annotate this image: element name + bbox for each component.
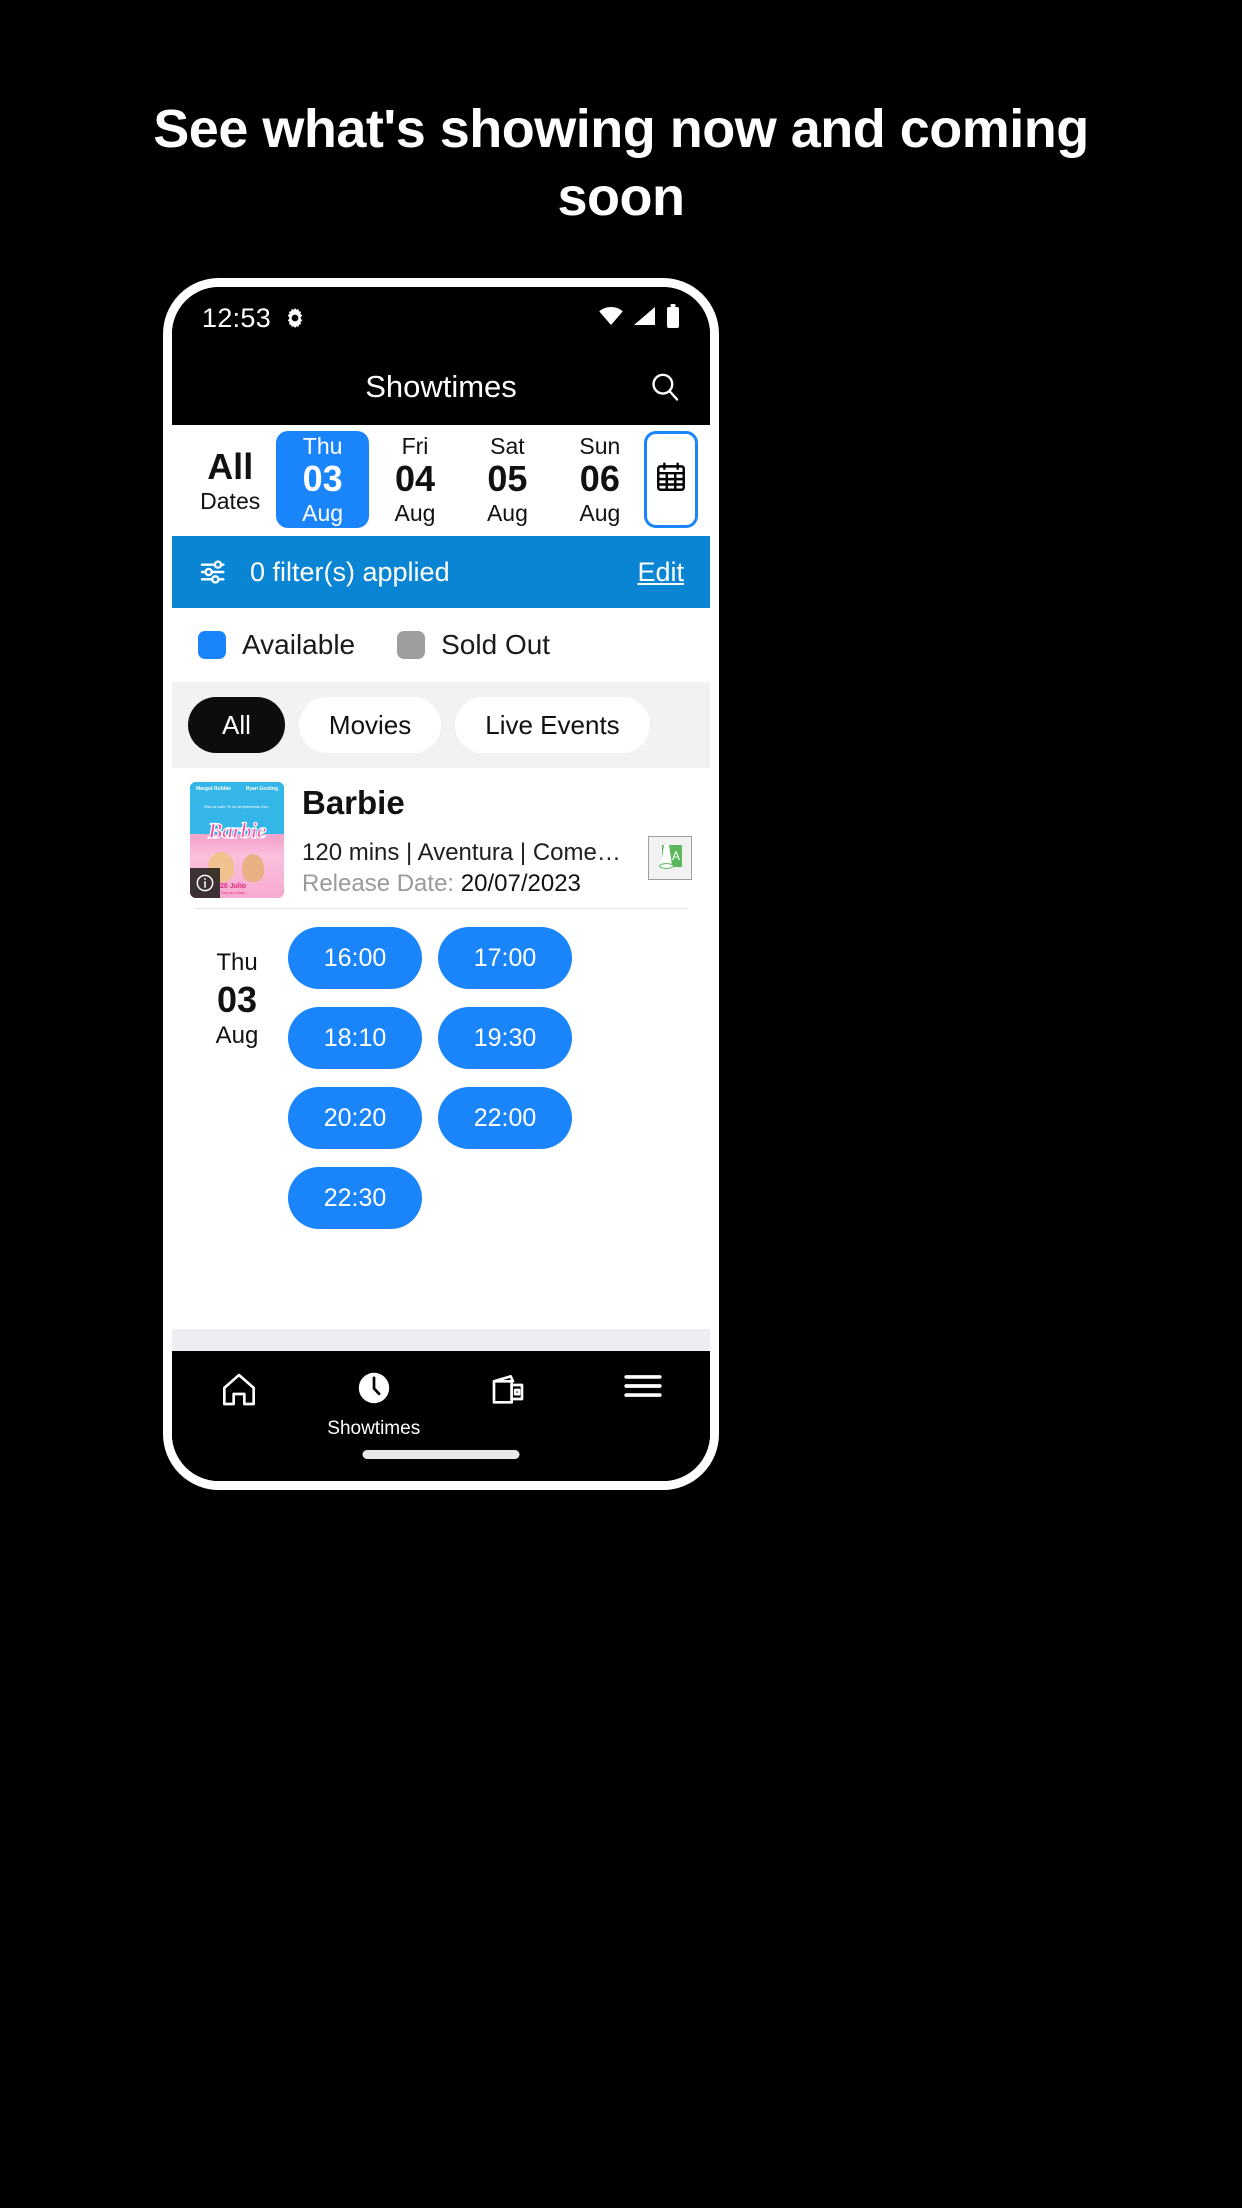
date-cell-all[interactable]: All Dates (184, 431, 276, 528)
date-cell-fri-04[interactable]: Fri 04 Aug (369, 431, 461, 528)
legend-label: Available (242, 629, 356, 660)
svg-text:A: A (672, 849, 680, 863)
battery-icon (666, 303, 680, 333)
date-dow: Thu (302, 433, 343, 460)
info-icon[interactable] (190, 868, 220, 898)
tab-live-events[interactable]: Live Events (455, 697, 650, 753)
promo-screenshot: See what's showing now and coming soon 1… (0, 0, 1242, 2208)
nav-label-showtimes: Showtimes (327, 1418, 421, 1439)
filter-edit-link[interactable]: Edit (637, 557, 684, 588)
showtime-num: 03 (216, 979, 258, 1020)
showtime-dow: Thu (216, 949, 258, 976)
poster-actor-left: Margot Robbie (196, 786, 231, 792)
date-mon: Aug (394, 499, 436, 526)
rating-badge: A (648, 836, 692, 880)
release-label: Release Date: (302, 870, 455, 897)
available-swatch (198, 631, 226, 659)
home-indicator (362, 1450, 520, 1459)
filter-sliders-icon (198, 556, 230, 588)
date-mon: Aug (302, 499, 344, 526)
movie-card[interactable]: Margot Robbie Ryan Gosling Ella es todo.… (172, 768, 710, 908)
phone-frame: 12:53 Showtimes All Dates Thu 03 Aug Fri… (163, 278, 719, 1490)
showtime-chip[interactable]: 17:00 (438, 927, 572, 989)
showtime-chips: 16:00 17:00 18:10 19:30 20:20 22:00 22:3… (280, 927, 688, 1329)
date-dow: Sat (490, 433, 525, 460)
date-num: All (207, 446, 254, 488)
date-strip[interactable]: All Dates Thu 03 Aug Fri 04 Aug Sat 05 A… (172, 425, 710, 536)
date-mon: Dates (200, 487, 261, 514)
movie-details: 120 mins | Aventura | Comedia ... (302, 839, 630, 866)
gear-icon (283, 306, 307, 330)
date-mon: Aug (486, 499, 528, 526)
filter-bar[interactable]: 0 filter(s) applied Edit (172, 536, 710, 608)
showtimes-date: Thu 03 Aug (194, 927, 280, 1329)
showtime-mon: Aug (215, 1022, 259, 1049)
poster-actor-right: Ryan Gosling (245, 786, 278, 792)
movie-poster[interactable]: Margot Robbie Ryan Gosling Ella es todo.… (190, 782, 284, 898)
date-num: 05 (487, 458, 528, 500)
tab-all[interactable]: All (188, 697, 285, 753)
app-content: All Dates Thu 03 Aug Fri 04 Aug Sat 05 A… (172, 425, 710, 1351)
promo-heading: See what's showing now and coming soon (153, 99, 1089, 227)
home-icon (219, 1369, 259, 1414)
poster-tagline: Ella es todo. El es simplemente Ken. (204, 804, 270, 809)
tab-movies[interactable]: Movies (298, 697, 442, 753)
status-icons (598, 303, 680, 333)
calendar-picker-button[interactable] (644, 431, 699, 528)
date-dow: Fri (401, 433, 429, 460)
showtime-chip[interactable]: 22:00 (438, 1087, 572, 1149)
poster-date-text: 20 Julio (220, 882, 247, 890)
search-icon[interactable] (648, 370, 682, 404)
legend-item-sold-out: Sold Out (397, 629, 550, 661)
showtime-chip[interactable]: 16:00 (288, 927, 422, 989)
content-footer-strip (172, 1329, 710, 1351)
poster-actor-names: Margot Robbie Ryan Gosling (190, 786, 284, 793)
clock-icon (355, 1369, 393, 1412)
date-num: 04 (394, 458, 436, 500)
movie-title: Barbie (302, 784, 405, 821)
date-dow: Sun (579, 433, 621, 460)
date-cell-sun-06[interactable]: Sun 06 Aug (554, 431, 646, 528)
showtime-chip[interactable]: 18:10 (288, 1007, 422, 1069)
poster-figure-b (242, 854, 264, 882)
date-cell-sat-05[interactable]: Sat 05 Aug (461, 431, 553, 528)
cellular-signal-icon (633, 306, 657, 331)
showtimes-block: Thu 03 Aug 16:00 17:00 18:10 19:30 20:20… (194, 908, 688, 1329)
page-title: Showtimes (365, 369, 517, 404)
app-bar: Showtimes (172, 349, 710, 425)
status-time: 12:53 (202, 302, 272, 333)
calendar-icon (654, 460, 688, 499)
showtime-chip[interactable]: 22:30 (288, 1167, 422, 1229)
nav-item-home[interactable] (172, 1369, 307, 1414)
category-tabs[interactable]: All Movies Live Events (172, 682, 710, 768)
bottom-nav[interactable]: Showtimes (172, 1351, 710, 1481)
filter-count-label: 0 filter(s) applied (250, 556, 450, 587)
poster-release-date: 20 Julio Solo en cines (220, 883, 246, 895)
date-cell-thu-03[interactable]: Thu 03 Aug (276, 431, 369, 528)
nav-item-menu[interactable] (576, 1369, 711, 1408)
poster-date-sub: Solo en cines (221, 889, 246, 895)
nav-item-showtimes[interactable]: Showtimes (307, 1369, 442, 1440)
wallet-ticket-icon (488, 1369, 528, 1414)
phone-screen: 12:53 Showtimes All Dates Thu 03 Aug Fri… (172, 287, 710, 1481)
date-num: 03 (302, 458, 343, 500)
showtime-chip[interactable]: 19:30 (438, 1007, 572, 1069)
legend-item-available: Available (198, 629, 355, 661)
wifi-icon (598, 306, 624, 331)
sold-out-swatch (397, 631, 426, 659)
showtime-chip[interactable]: 20:20 (288, 1087, 422, 1149)
date-mon: Aug (579, 499, 621, 526)
legend-label: Sold Out (441, 629, 551, 660)
movie-release-row: Release Date: 20/07/2023 (302, 870, 630, 898)
movie-info: Barbie 120 mins | Aventura | Comedia ...… (302, 782, 630, 898)
hamburger-menu-icon (622, 1369, 664, 1408)
status-bar: 12:53 (172, 287, 710, 349)
nav-item-wallet[interactable] (441, 1369, 576, 1414)
release-date: 20/07/2023 (460, 870, 581, 897)
legend: Available Sold Out (172, 608, 710, 682)
date-num: 06 (579, 458, 620, 500)
